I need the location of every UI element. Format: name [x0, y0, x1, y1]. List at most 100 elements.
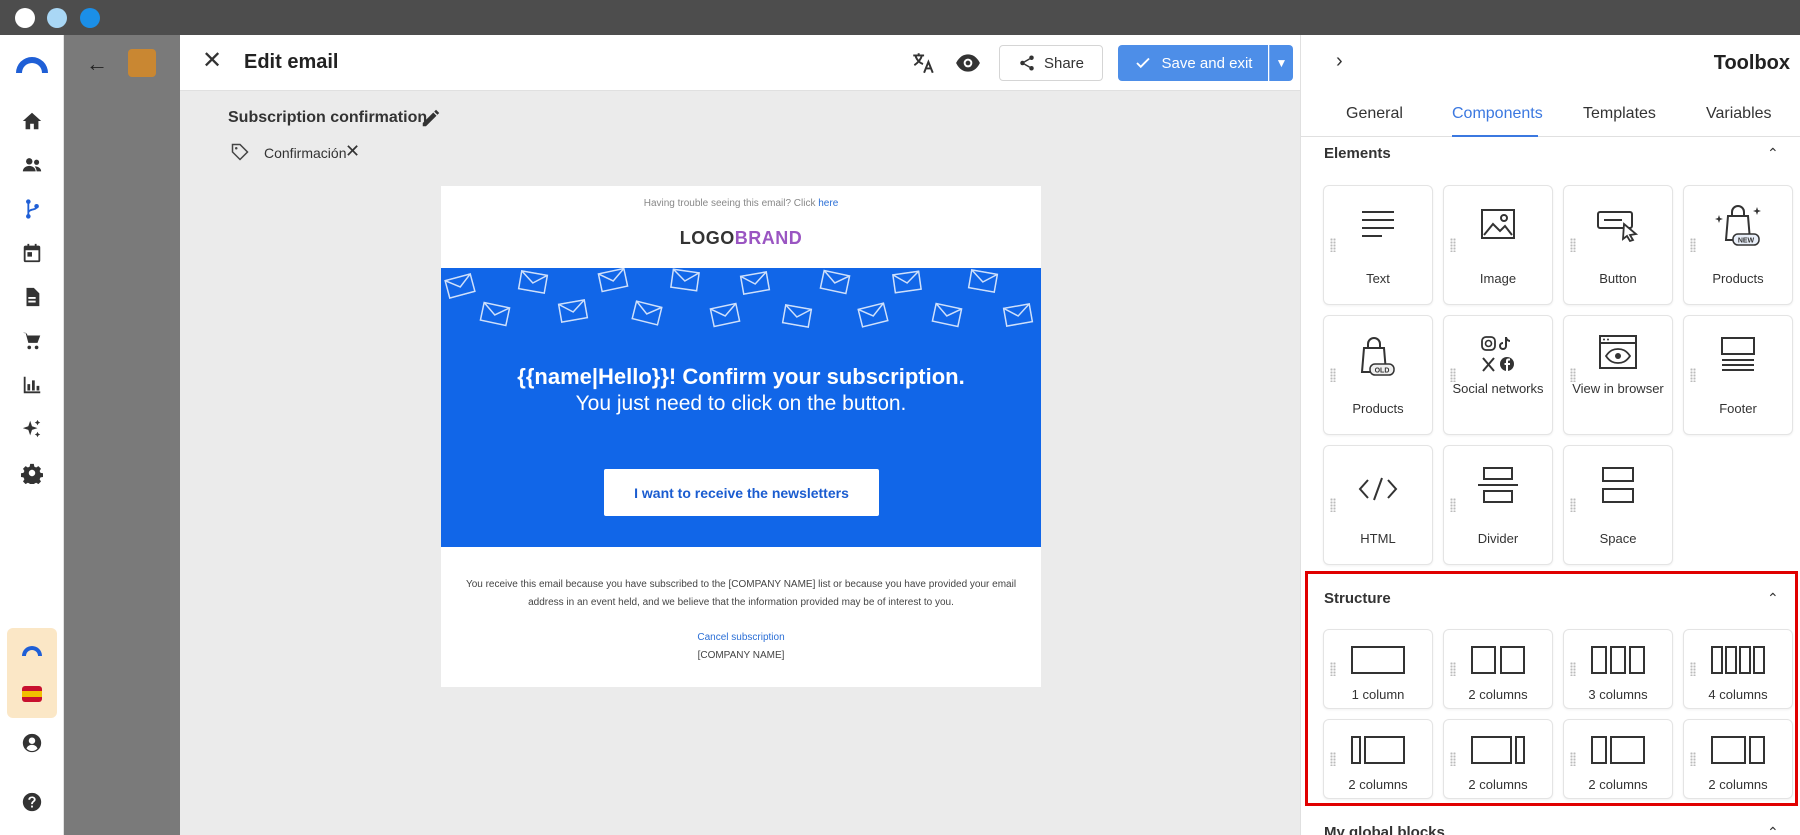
save-and-exit-button[interactable]: Save and exit [1118, 45, 1268, 81]
element-label: Products [1352, 401, 1404, 416]
element-image[interactable]: Image [1443, 185, 1553, 305]
elements-section-title: Elements [1324, 145, 1391, 162]
spain-flag-icon [22, 686, 42, 702]
new-badge: NEW [1738, 238, 1755, 245]
contacts-icon[interactable] [20, 153, 44, 177]
share-label: Share [1043, 54, 1085, 72]
code-icon [1358, 477, 1398, 501]
editor-toolbar: ✕ Edit email Share Save and exit ▼ [180, 35, 1300, 91]
divider-icon [1478, 467, 1518, 503]
tag-icon [231, 143, 249, 161]
envelope-icon [967, 269, 999, 293]
tab-templates[interactable]: Templates [1583, 105, 1656, 123]
document-icon[interactable] [20, 285, 44, 309]
element-label: Products [1712, 271, 1764, 286]
global-blocks-section-title: My global blocks [1324, 824, 1445, 835]
envelope-icon [479, 301, 511, 327]
editor-title: Edit email [244, 51, 339, 73]
save-options-dropdown[interactable]: ▼ [1269, 45, 1293, 81]
envelope-icon [557, 299, 589, 323]
close-icon[interactable]: ✕ [202, 49, 222, 73]
cart-icon[interactable] [20, 329, 44, 353]
social-networks-icon [1481, 336, 1514, 372]
remove-tag-icon[interactable]: ✕ [345, 141, 360, 162]
envelope-icon [931, 302, 963, 328]
tag-label: Confirmación [264, 145, 347, 161]
tab-components[interactable]: Components [1452, 105, 1543, 123]
element-products-old[interactable]: OLD Products [1323, 315, 1433, 435]
envelope-icon [892, 270, 922, 294]
newsletter-cta-button[interactable]: I want to receive the newsletters [604, 469, 879, 516]
user-profile-icon[interactable] [20, 731, 44, 755]
element-label: Footer [1719, 401, 1757, 416]
company-name: [COMPANY NAME] [697, 650, 785, 661]
pencil-edit-icon[interactable] [420, 107, 442, 129]
element-social-networks[interactable]: Social networks [1443, 315, 1553, 435]
chevron-down-icon: ▼ [1275, 56, 1288, 70]
tab-general[interactable]: General [1346, 105, 1403, 123]
drag-handle-icon[interactable] [1330, 238, 1336, 252]
element-label: Social networks [1452, 381, 1544, 396]
element-button[interactable]: Button [1563, 185, 1673, 305]
envelope-icon [670, 268, 700, 292]
email-preview[interactable]: Having trouble seeing this email? Click … [441, 186, 1041, 687]
toolbox-tabs: General Components Templates Variables [1301, 99, 1800, 137]
envelope-icon [517, 270, 549, 294]
footer-icon [1721, 337, 1755, 371]
envelope-icon [631, 300, 663, 326]
email-campaign-icon [128, 49, 156, 77]
element-label: Space [1599, 531, 1637, 546]
automation-icon[interactable] [13, 190, 51, 228]
help-icon[interactable] [20, 790, 44, 814]
settings-gear-icon[interactable] [20, 461, 44, 485]
window-close-dot[interactable] [15, 8, 35, 28]
tab-variables[interactable]: Variables [1706, 105, 1772, 123]
app-sidebar [0, 35, 64, 835]
element-text[interactable]: Text [1323, 185, 1433, 305]
element-products-new[interactable]: NEW Products [1683, 185, 1793, 305]
chevron-up-icon[interactable]: ⌃ [1767, 145, 1779, 162]
home-icon[interactable] [20, 109, 44, 133]
element-label: HTML [1360, 531, 1396, 546]
share-button[interactable]: Share [999, 45, 1103, 81]
share-icon [1020, 55, 1034, 71]
collapse-toolbox-icon[interactable]: › [1336, 50, 1343, 73]
hero-banner: {{name|Hello}}! Confirm your subscriptio… [441, 268, 1041, 547]
check-icon [1135, 57, 1150, 69]
window-maximize-dot[interactable] [80, 8, 100, 28]
drag-handle-icon[interactable] [1450, 238, 1456, 252]
language-switcher[interactable] [7, 628, 57, 718]
button-cursor-icon [1597, 211, 1639, 242]
envelope-icon [709, 302, 741, 328]
logo-text-part2: BRAND [734, 228, 803, 248]
app-logo-icon[interactable] [14, 51, 50, 75]
envelope-icon [1002, 303, 1034, 327]
element-view-in-browser[interactable]: View in browser [1563, 315, 1673, 435]
structure-highlight-box [1305, 571, 1798, 806]
preview-eye-icon[interactable] [955, 50, 981, 76]
element-footer[interactable]: Footer [1683, 315, 1793, 435]
trouble-viewing-text: Having trouble seeing this email? Click … [441, 198, 1041, 209]
logo-text-part1: LOGO [679, 228, 735, 248]
envelope-icon [739, 271, 771, 295]
element-divider[interactable]: Divider [1443, 445, 1553, 565]
text-lines-icon [1362, 211, 1394, 237]
element-html[interactable]: HTML [1323, 445, 1433, 565]
background-page: ← [64, 35, 180, 835]
window-titlebar [0, 0, 1800, 35]
save-label: Save and exit [1161, 54, 1253, 72]
element-space[interactable]: Space [1563, 445, 1673, 565]
cancel-subscription-link[interactable]: Cancel subscription [441, 632, 1041, 643]
chevron-up-icon[interactable]: ⌃ [1767, 824, 1779, 835]
ai-sparkle-icon[interactable] [20, 417, 44, 441]
analytics-icon[interactable] [20, 373, 44, 397]
window-minimize-dot[interactable] [47, 8, 67, 28]
view-here-link[interactable]: here [818, 198, 838, 209]
calendar-icon[interactable] [20, 241, 44, 265]
email-subject: Subscription confirmation [228, 109, 428, 126]
email-editor: ✕ Edit email Share Save and exit ▼ Subsc… [180, 35, 1300, 835]
element-label: Button [1599, 271, 1637, 286]
translate-icon[interactable] [910, 50, 936, 76]
hero-subheading: You just need to click on the button. [575, 392, 907, 415]
image-icon [1481, 209, 1515, 239]
